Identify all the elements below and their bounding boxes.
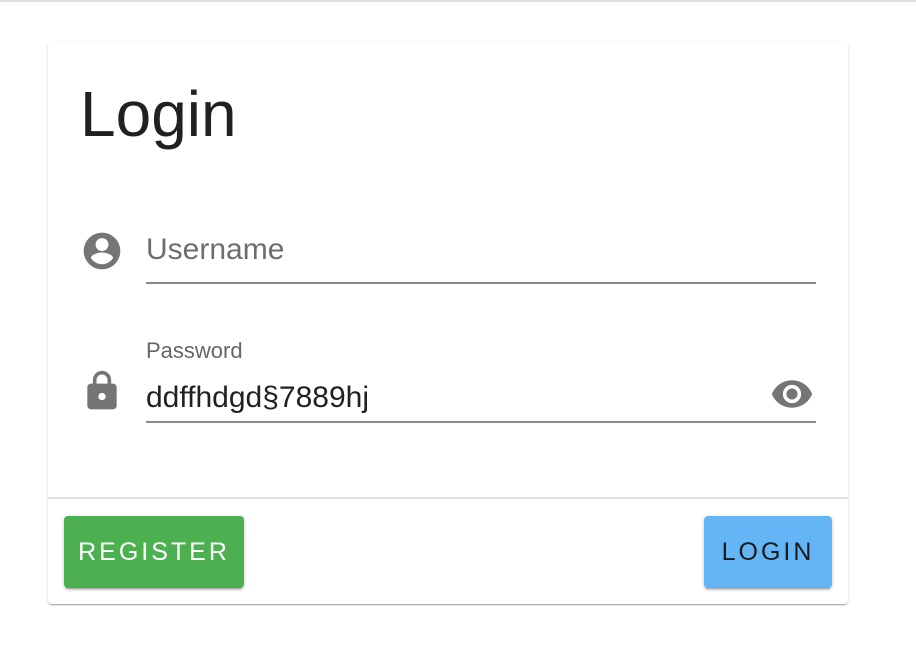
login-card: Login Password Register Login [48,42,848,604]
card-divider [48,497,848,499]
password-input[interactable] [146,378,746,418]
lock-icon [80,369,124,413]
login-button[interactable]: Login [704,516,832,588]
username-underline [146,282,816,284]
register-button[interactable]: Register [64,516,244,588]
eye-icon[interactable] [768,372,816,416]
account-circle-icon [80,229,124,273]
password-label: Password [146,338,243,363]
top-divider [0,0,916,2]
password-field: Password [80,334,816,424]
username-input[interactable] [146,230,816,270]
password-underline [146,421,816,423]
username-field [80,222,816,284]
page-title: Login [80,78,237,150]
